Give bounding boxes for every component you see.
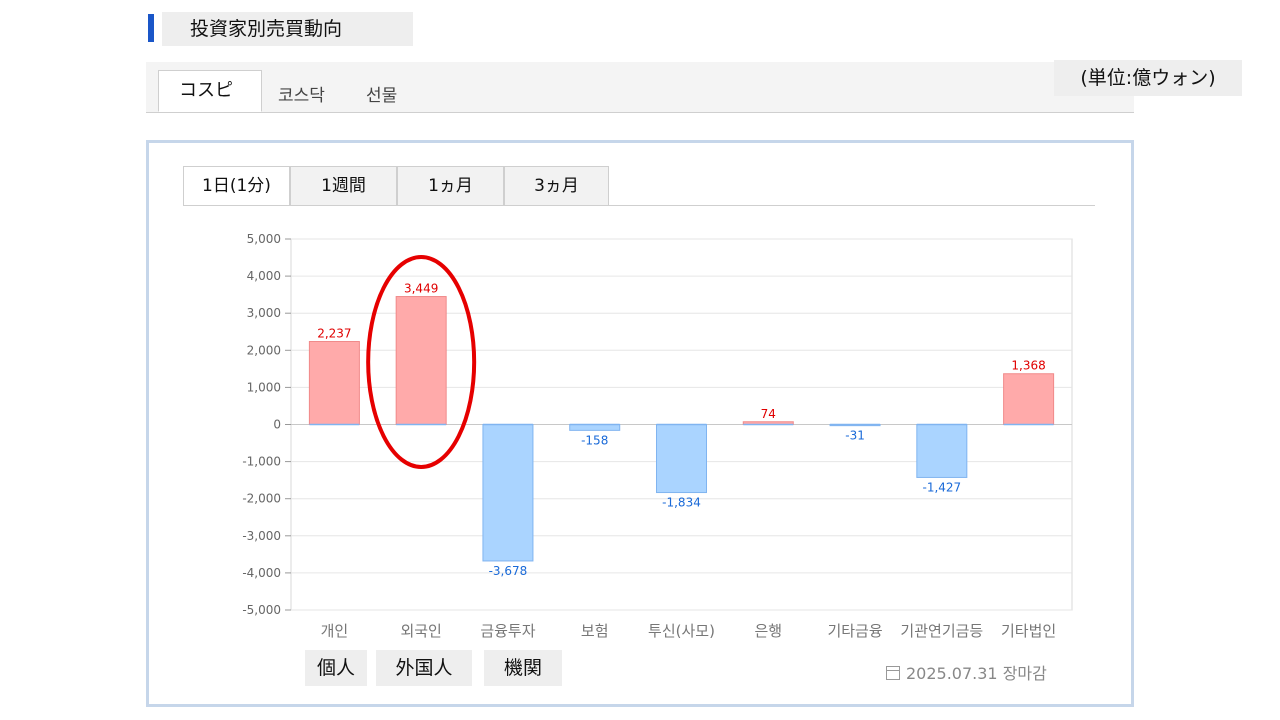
- y-tick-label: -4,000: [242, 566, 281, 580]
- bar: [1003, 373, 1055, 425]
- x-tick-label: 기타금융: [827, 622, 882, 640]
- data-label: -158: [581, 433, 608, 447]
- y-tick-label: -5,000: [242, 603, 281, 617]
- data-label: -1,427: [922, 480, 961, 494]
- y-tick-label: 0: [273, 418, 281, 432]
- group-label-institution: 機関: [484, 650, 562, 686]
- x-tick-label: 은행: [754, 622, 782, 640]
- data-label: 2,237: [317, 327, 351, 341]
- y-tick-label: 3,000: [247, 306, 281, 320]
- data-label: 3,449: [404, 282, 438, 296]
- bar: [308, 341, 360, 425]
- market-close-date: 2025.07.31 장마감: [886, 660, 1047, 684]
- data-label: -3,678: [489, 564, 528, 578]
- data-label: 1,368: [1011, 359, 1045, 373]
- y-tick-label: -1,000: [242, 455, 281, 469]
- calendar-icon: [886, 666, 900, 680]
- x-tick-label: 기관연기금등: [900, 622, 983, 640]
- x-tick-label: 외국인: [400, 622, 441, 640]
- y-tick-label: 1,000: [247, 380, 281, 394]
- x-tick-label: 금융투자: [480, 622, 535, 640]
- bar: [482, 424, 534, 562]
- bar: [569, 424, 621, 431]
- date-text: 2025.07.31 장마감: [906, 664, 1047, 683]
- data-label: -1,834: [662, 496, 701, 510]
- data-label: -31: [845, 429, 865, 443]
- x-tick-label: 개인: [321, 622, 349, 640]
- x-tick-label: 기타법인: [1001, 622, 1056, 640]
- x-tick-label: 보험: [581, 622, 609, 640]
- y-tick-label: 2,000: [247, 343, 281, 357]
- y-tick-label: 5,000: [247, 232, 281, 246]
- group-label-individual: 個人: [305, 650, 367, 686]
- group-label-foreign: 外国人: [376, 650, 472, 686]
- bar: [916, 424, 968, 478]
- y-tick-label: -3,000: [242, 529, 281, 543]
- y-tick-label: 4,000: [247, 269, 281, 283]
- x-tick-label: 투신(사모): [648, 622, 715, 640]
- bar: [656, 424, 707, 494]
- investor-bar-chart: 5,000 4,000 3,000 2,000 1,000 0 -1,000 -2,000 -3…: [242, 232, 1073, 640]
- bar: [395, 296, 447, 426]
- data-label: 74: [761, 407, 776, 421]
- y-tick-label: -2,000: [242, 492, 281, 506]
